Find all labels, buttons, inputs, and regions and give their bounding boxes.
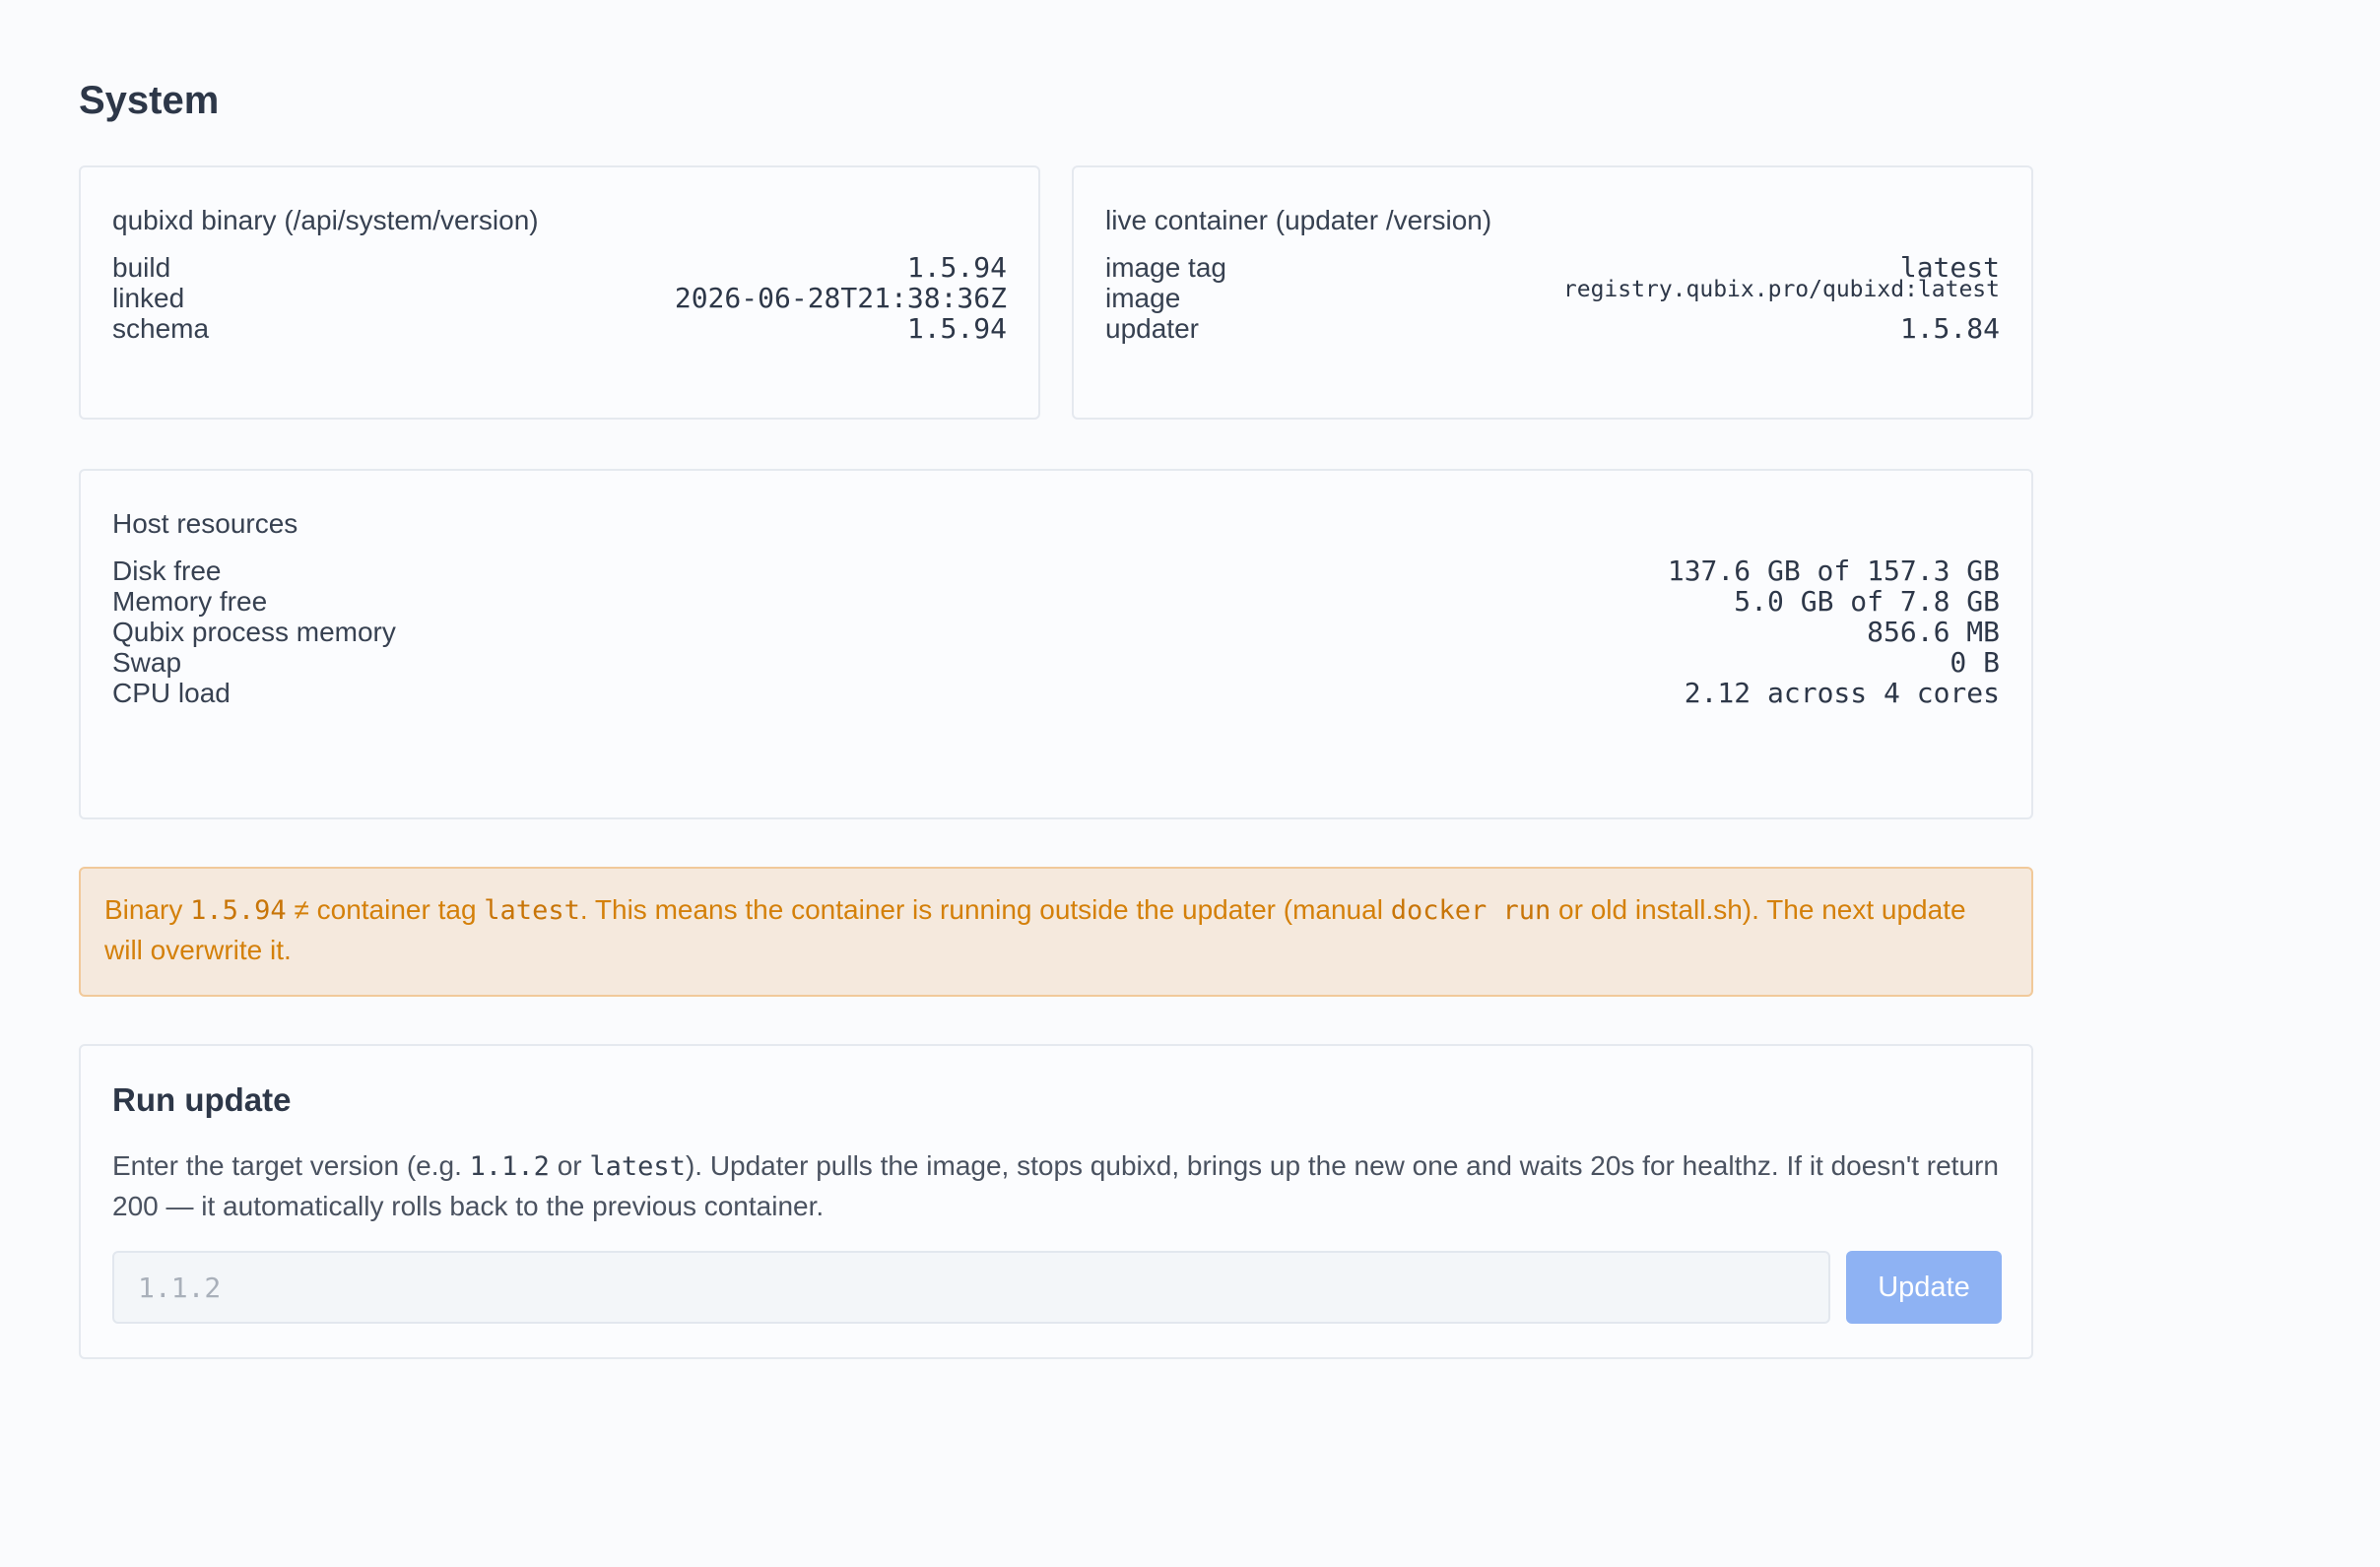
alert-text: ≠ container tag <box>286 894 485 925</box>
alert-docker-run: docker run <box>1390 895 1552 926</box>
desc-example-version: 1.1.2 <box>469 1151 550 1182</box>
binary-card-title: qubixd binary (/api/system/version) <box>112 205 539 235</box>
update-button[interactable]: Update <box>1846 1251 2002 1324</box>
alert-binary-version: 1.5.94 <box>190 895 287 926</box>
binary-row-schema: schema 1.5.94 <box>112 309 1007 349</box>
row-value: 1.5.84 <box>1899 312 2000 345</box>
alert-container-tag: latest <box>484 895 580 926</box>
host-card-title: Host resources <box>112 508 298 539</box>
row-label: CPU load <box>112 678 231 708</box>
row-label: schema <box>112 313 210 344</box>
row-value: 2.12 across 4 cores <box>1684 677 2000 709</box>
row-value: 1.5.94 <box>906 312 1007 345</box>
container-version-card: live container (updater /version) image … <box>1072 165 2033 420</box>
container-row-updater: updater 1.5.84 <box>1105 309 2000 349</box>
row-label: updater <box>1105 313 1199 344</box>
version-mismatch-alert: Binary 1.5.94 ≠ container tag latest. Th… <box>79 867 2033 997</box>
alert-text: Binary <box>104 894 191 925</box>
alert-text: . This means the container is running ou… <box>579 894 1391 925</box>
system-page: System qubixd binary (/api/system/versio… <box>0 0 2380 1567</box>
host-resources-card: Host resources Disk free 137.6 GB of 157… <box>79 469 2033 819</box>
run-update-title: Run update <box>112 1081 292 1118</box>
run-update-card: Run update Enter the target version (e.g… <box>79 1044 2033 1359</box>
target-version-input[interactable] <box>112 1251 1830 1324</box>
container-card-title: live container (updater /version) <box>1105 205 1492 235</box>
desc-example-latest: latest <box>589 1151 686 1182</box>
run-update-description: Enter the target version (e.g. 1.1.2 or … <box>112 1146 2000 1226</box>
row-value: registry.qubix.pro/qubixd:latest <box>1562 277 2000 302</box>
desc-text: or <box>549 1150 590 1181</box>
host-row-cpu-load: CPU load 2.12 across 4 cores <box>112 674 2000 713</box>
desc-text: Enter the target version (e.g. <box>112 1150 470 1181</box>
page-title: System <box>79 79 220 122</box>
binary-version-card: qubixd binary (/api/system/version) buil… <box>79 165 1040 420</box>
